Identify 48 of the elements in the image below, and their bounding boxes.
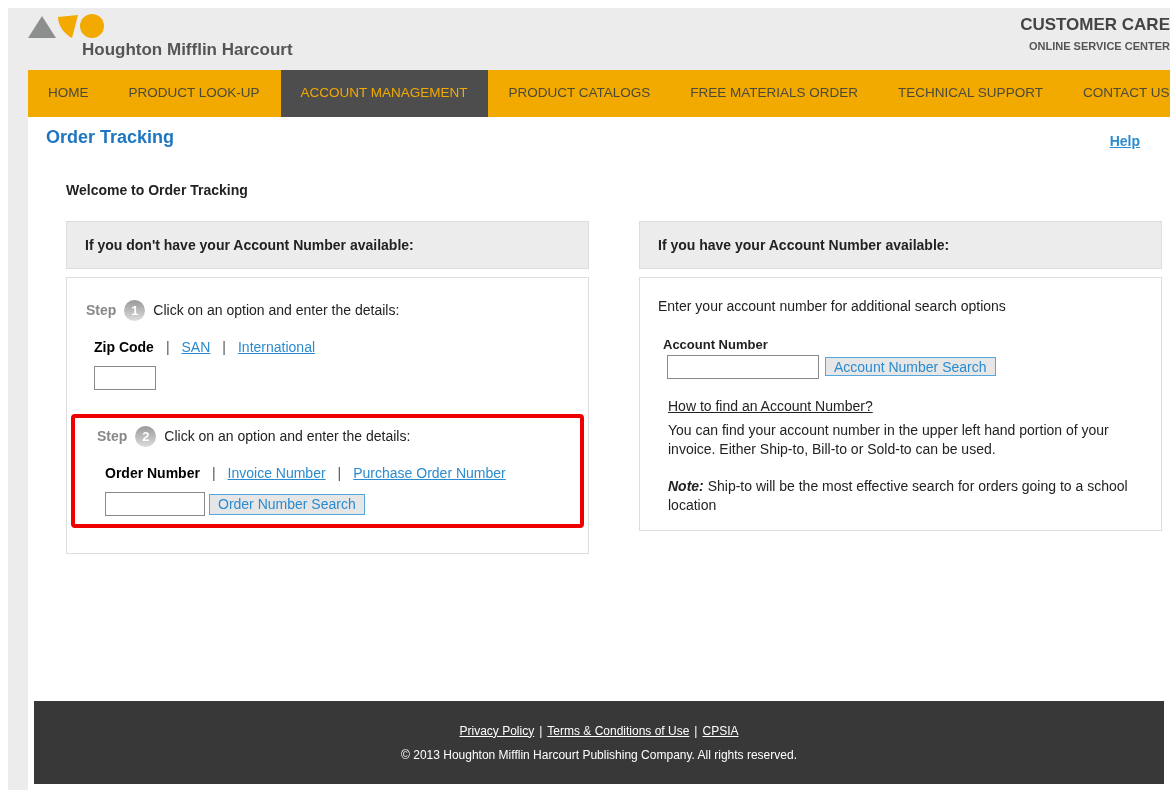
copyright-text: © 2013 Houghton Mifflin Harcourt Publishing Company. All rights reserved.	[401, 746, 797, 764]
option-link[interactable]: Order Number	[105, 463, 200, 484]
separator-text: |	[694, 722, 698, 740]
nav-tab[interactable]: PRODUCT LOOK-UP	[108, 70, 280, 117]
page-title: Order Tracking	[46, 126, 175, 149]
option-link[interactable]: SAN	[181, 337, 211, 358]
separator-text: |	[337, 464, 342, 483]
option-link[interactable]: International	[237, 337, 316, 358]
intro-text: Enter your account number for additional search options	[658, 297, 1007, 316]
step-label: Step	[86, 301, 117, 320]
nav-tab[interactable]: PRODUCT CATALOGS	[488, 70, 671, 117]
brand-name: Houghton Mifflin Harcourt	[82, 39, 293, 61]
search-field[interactable]	[105, 492, 205, 516]
logo-icon	[28, 13, 106, 39]
search-field[interactable]	[94, 366, 156, 390]
step-number-badge: 2	[135, 426, 157, 447]
nav-tab[interactable]: ACCOUNT MANAGEMENT	[280, 70, 488, 117]
panel-heading: If you have your Account Number available:	[658, 235, 950, 255]
option-link[interactable]: Purchase Order Number	[353, 463, 506, 484]
field-label: Account Number	[663, 336, 769, 354]
help-link[interactable]: How to find an Account Number?	[668, 395, 873, 417]
note-text: Note: Ship-to will be the most effective search for orders going to a school location	[668, 476, 1129, 515]
help-text: You can find your account number in the upper left hand portion of your invoice. Either Ship-to, Bill-to or Sold-to can be used.	[668, 420, 1110, 459]
nav-tab[interactable]: CONTACT US	[1062, 70, 1170, 117]
search-button[interactable]: Account Number Search	[825, 357, 996, 376]
footer-link[interactable]: Terms & Conditions of Use	[547, 721, 690, 740]
separator-text: |	[165, 338, 170, 357]
footer-link[interactable]: CPSIA	[702, 721, 739, 740]
separator-text: |	[539, 722, 543, 740]
account-number-field[interactable]	[667, 354, 819, 379]
site-title: CUSTOMER CARE	[1020, 14, 1170, 36]
nav-tab[interactable]: FREE MATERIALS ORDER	[670, 70, 879, 117]
nav-tab[interactable]: TECHNICAL SUPPORT	[878, 70, 1063, 117]
step-number-badge: 1	[124, 300, 146, 321]
separator-text: |	[222, 338, 226, 357]
search-button[interactable]: Order Number Search	[209, 493, 365, 515]
site-subtitle: ONLINE SERVICE CENTER	[1029, 38, 1170, 54]
option-link[interactable]: Zip Code	[94, 337, 154, 358]
step-label: Step	[97, 427, 128, 446]
separator-text: |	[211, 464, 216, 483]
nav-tab[interactable]: HOME	[28, 70, 109, 117]
help-link[interactable]: Help	[1109, 131, 1140, 152]
step-instruction: Click on an option and enter the details:	[164, 427, 411, 446]
footer-link[interactable]: Privacy Policy	[459, 721, 535, 740]
step-instruction: Click on an option and enter the details:	[153, 301, 400, 320]
option-link[interactable]: Invoice Number	[227, 463, 326, 484]
welcome-text: Welcome to Order Tracking	[66, 181, 249, 200]
panel-heading: If you don't have your Account Number available:	[85, 235, 414, 255]
